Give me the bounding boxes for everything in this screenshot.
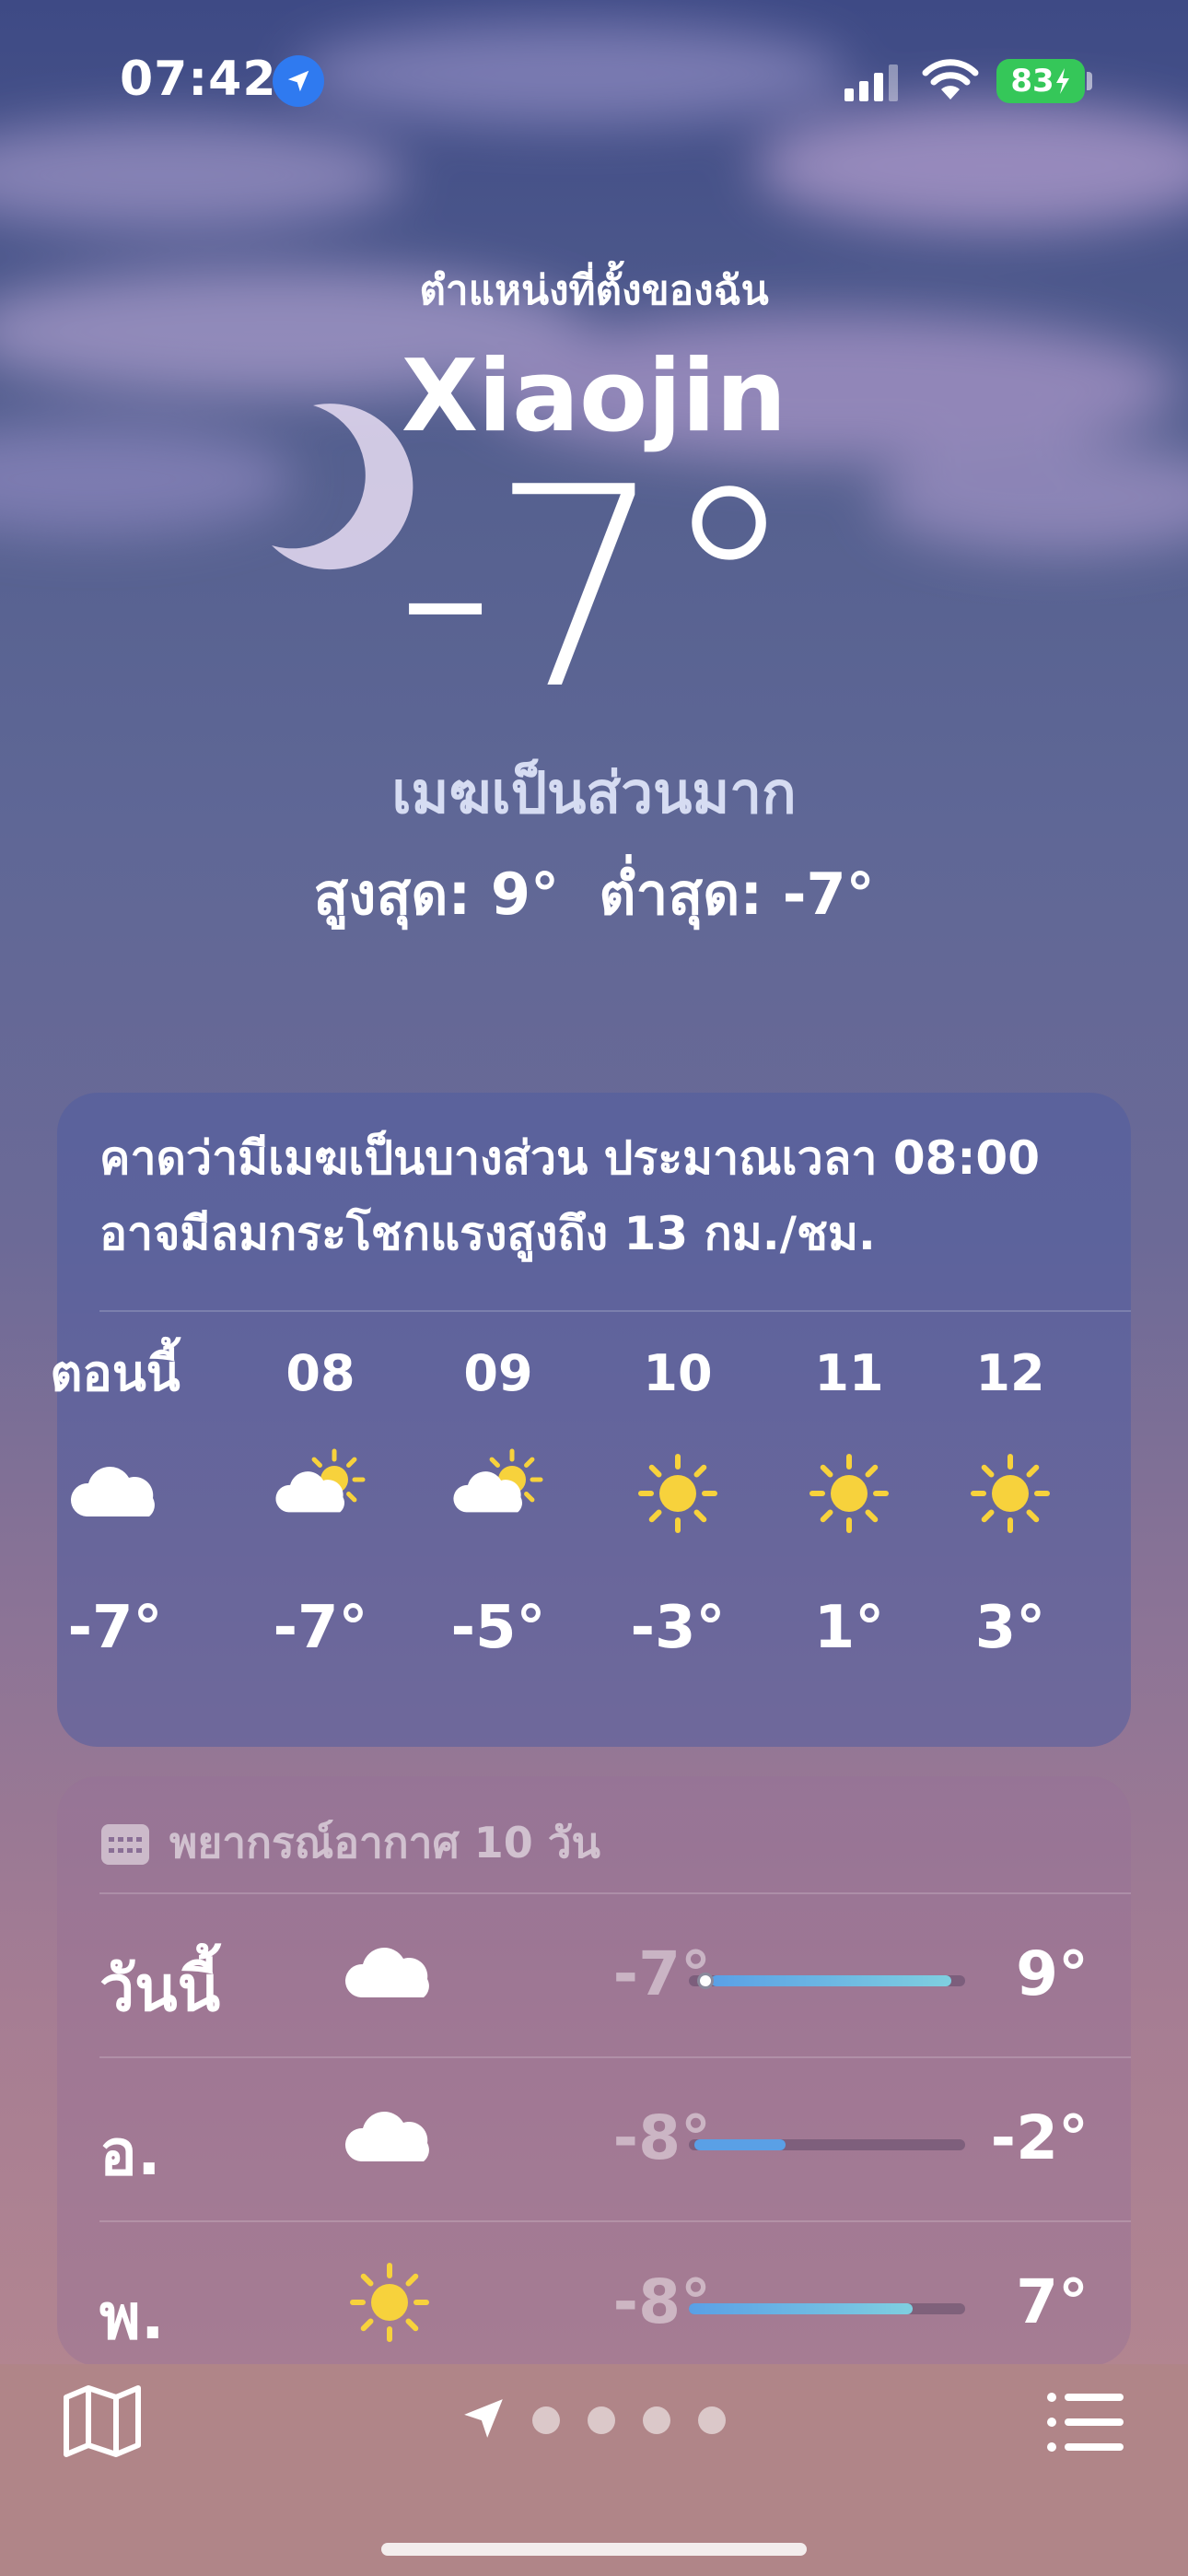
row-divider [99, 2056, 1131, 2058]
forecast-header: พยากรณ์อากาศ 10 วัน [99, 1809, 600, 1877]
weather-condition: เมฆเป็นส่วนมาก [391, 759, 797, 826]
temperature-range-bar [689, 2303, 965, 2314]
page-dot[interactable] [588, 2406, 615, 2434]
hour-temperature: -3° [630, 1594, 726, 1662]
forecast-row[interactable]: พ. -8° 7° [57, 2220, 1131, 2366]
temperature-range-fill [711, 1975, 951, 1986]
summary-line-1: คาดว่ามีเมฆเป็นบางส่วน ประมาณเวลา 08:00 [99, 1131, 1040, 1185]
hourly-summary: คาดว่ามีเมฆเป็นบางส่วน ประมาณเวลา 08:00 … [99, 1120, 1103, 1271]
hour-column: 10 -3° [600, 1341, 756, 1662]
forecast-low: -8° [612, 2102, 711, 2173]
hour-label: 12 [975, 1344, 1045, 1402]
forecast-row[interactable]: อ. -8° -2° [57, 2056, 1131, 2220]
summary-line-2: อาจมีลมกระโชกแรงสูงถึง 13 กม./ชม. [99, 1207, 876, 1260]
cellular-signal-icon [844, 64, 898, 101]
hour-temperature: 1° [813, 1594, 885, 1662]
forecast-day: อ. [99, 2117, 161, 2190]
hour-column: 12 3° [932, 1341, 1089, 1662]
forecast-high: -2° [990, 2102, 1089, 2173]
hour-label: 09 [463, 1344, 533, 1402]
temperature-range-fill [689, 2303, 913, 2314]
card-divider [99, 1310, 1131, 1312]
hour-temperature: -7° [67, 1594, 163, 1662]
current-location-page-icon[interactable] [460, 2395, 507, 2441]
current-temperature: -7° [395, 428, 798, 750]
battery-level: 83 [1010, 63, 1054, 100]
ten-day-forecast-card[interactable]: พยากรณ์อากาศ 10 วัน วันนี้ -7° 9° อ. -8° -2° พ… [57, 1776, 1131, 2366]
my-location-label: ตำแหน่งที่ตั้งของฉัน [419, 267, 769, 314]
battery-indicator: 83 [996, 59, 1085, 103]
hour-label: 10 [643, 1344, 713, 1402]
location-services-icon [273, 55, 324, 107]
hour-temperature: -5° [450, 1594, 546, 1662]
hour-label: 08 [285, 1344, 355, 1402]
temperature-range-fill [694, 2139, 786, 2150]
hour-column: 11 1° [771, 1341, 927, 1662]
hour-label: 11 [814, 1344, 884, 1402]
high-low-temperature: สูงสุด: 9° ต่ำสุด: -7° [313, 861, 875, 928]
status-time: 07:42 [120, 52, 277, 107]
wifi-icon [922, 59, 979, 100]
page-dot[interactable] [532, 2406, 560, 2434]
cloud-icon [64, 1443, 166, 1544]
home-indicator[interactable] [381, 2543, 807, 2556]
hour-column: ตอนนี้ -7° [37, 1341, 193, 1662]
page-dot[interactable] [643, 2406, 670, 2434]
forecast-low: -7° [612, 1938, 711, 2009]
temperature-range-bar [689, 2139, 965, 2150]
forecast-high: 7° [1016, 2266, 1089, 2337]
hour-column: 08 -7° [242, 1341, 399, 1662]
forecast-low: -8° [612, 2266, 711, 2337]
temperature-range-bar [689, 1973, 965, 1989]
hourly-forecast-card[interactable]: คาดว่ามีเมฆเป็นบางส่วน ประมาณเวลา 08:00 … [50, 1093, 1131, 1747]
forecast-day: วันนี้ [99, 1953, 221, 2026]
forecast-high: 9° [1016, 1938, 1089, 2009]
hour-temperature: 3° [974, 1594, 1046, 1662]
battery-cap [1087, 72, 1092, 90]
sun-icon [798, 1443, 900, 1544]
hour-column: 09 -5° [420, 1341, 577, 1662]
forecast-title: พยากรณ์อากาศ 10 วัน [169, 1818, 600, 1868]
forecast-row[interactable]: วันนี้ -7° 9° [57, 1892, 1131, 2056]
calendar-icon [101, 1823, 149, 1865]
page-dot[interactable] [698, 2406, 726, 2434]
list-icon[interactable] [1044, 2390, 1125, 2454]
map-icon[interactable] [61, 2384, 144, 2458]
partly-sunny-icon [270, 1443, 371, 1544]
row-divider [99, 1892, 1131, 1894]
forecast-day: พ. [99, 2281, 165, 2354]
charging-bolt-icon [1055, 68, 1069, 94]
sun-icon [339, 2252, 440, 2353]
hour-temperature: -7° [273, 1594, 368, 1662]
current-temp-marker [697, 1973, 714, 1989]
cloud-icon [339, 1924, 440, 2025]
cloud-icon [339, 2088, 440, 2189]
sun-icon [960, 1443, 1061, 1544]
hour-label: ตอนนี้ [50, 1344, 181, 1402]
sun-icon [627, 1443, 728, 1544]
row-divider [99, 2220, 1131, 2222]
partly-sunny-icon [448, 1443, 549, 1544]
